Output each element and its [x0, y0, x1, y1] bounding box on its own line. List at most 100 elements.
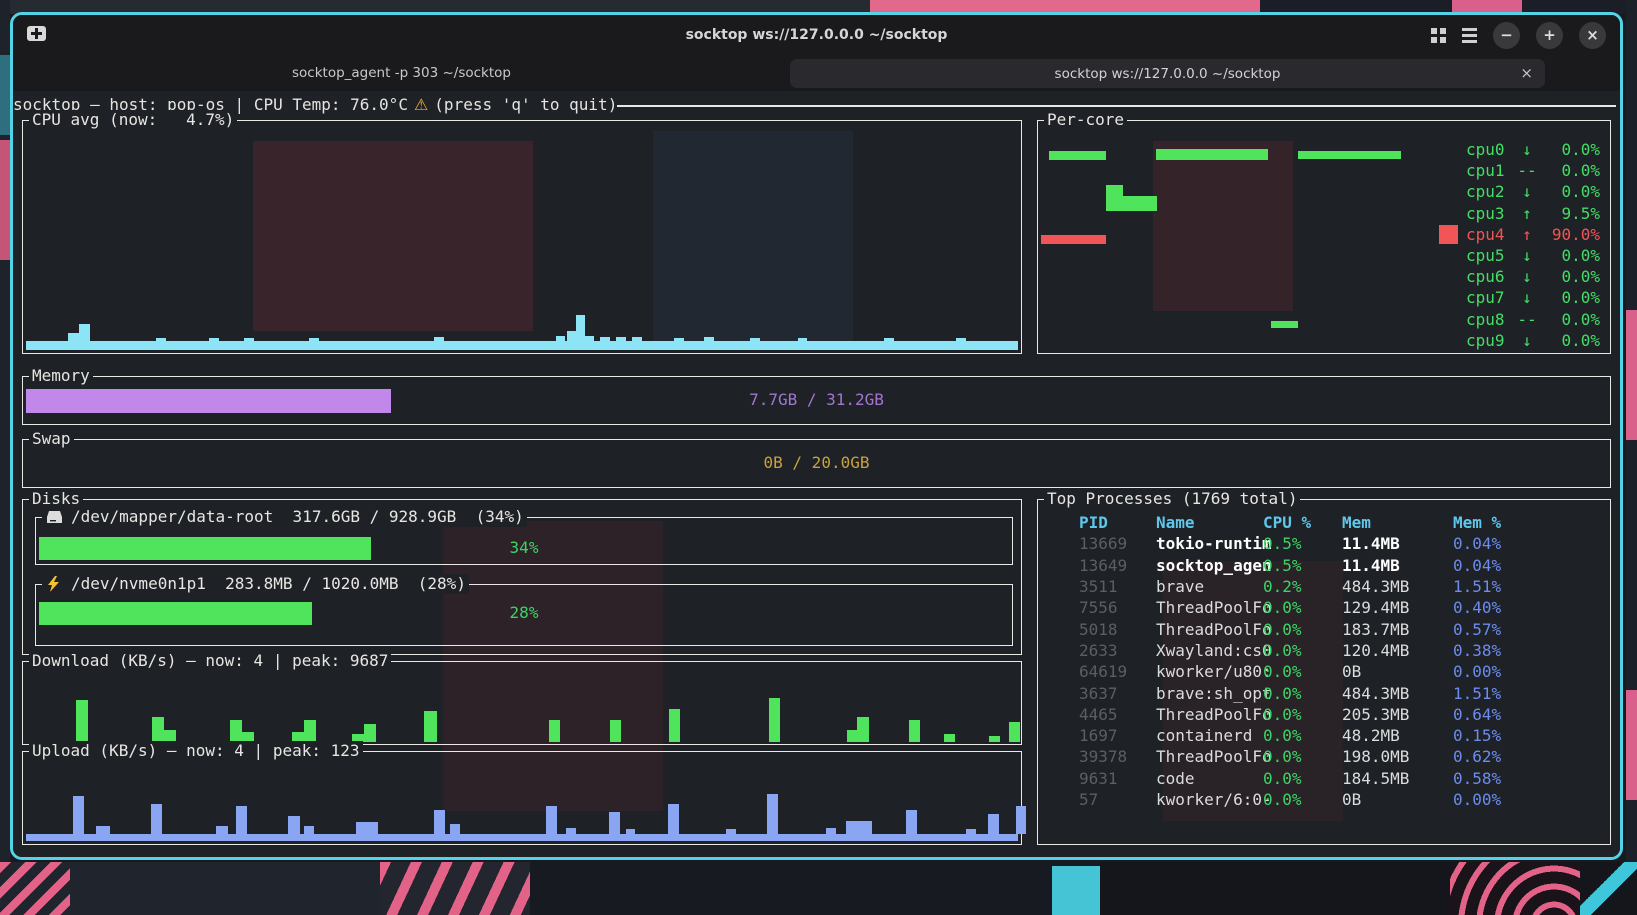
history-bar [424, 711, 437, 742]
process-cpu: 0.0% [1263, 620, 1342, 639]
processes-panel: Top Processes (1769 total) PID Name CPU … [1037, 499, 1611, 845]
history-bar [152, 717, 164, 742]
wallpaper-shape [1052, 866, 1100, 915]
status-header: socktop — host: pop-os | CPU Temp: 76.0°… [13, 95, 1616, 116]
process-mem: 120.4MB [1342, 641, 1453, 660]
process-mem-percent: 1.51% [1453, 577, 1604, 596]
core-trend-arrow: ↓ [1514, 246, 1540, 265]
process-mem-percent: 0.15% [1453, 726, 1604, 745]
history-bar [79, 324, 90, 341]
history-bar [1016, 806, 1026, 834]
process-mem: 484.3MB [1342, 684, 1453, 703]
tab-socktop-active[interactable]: socktop ws://127.0.0.0 ~/socktop × [790, 59, 1545, 88]
col-pid: PID [1079, 513, 1156, 532]
core-usage-value: 0.0% [1540, 246, 1600, 265]
process-name: tokio-runtim [1156, 534, 1263, 553]
process-name: Xwayland:cs0 [1156, 641, 1263, 660]
process-name: ThreadPoolFo [1156, 620, 1263, 639]
history-bar [1123, 196, 1157, 211]
history-bar [304, 720, 316, 742]
disk-boot-text: /dev/nvme0n1p1 283.8MB / 1020.0MB (28%) [71, 574, 466, 594]
menu-icon[interactable] [1462, 28, 1477, 43]
process-mem: 48.2MB [1342, 726, 1453, 745]
wallpaper-shape [0, 140, 10, 260]
core-row: cpu0 ↓ 0.0% [1466, 139, 1600, 160]
window-controls: − + × [1431, 15, 1606, 55]
col-name: Name [1156, 513, 1263, 532]
core-name: cpu2 [1466, 182, 1514, 201]
history-bar [944, 734, 955, 742]
process-cpu: 0.0% [1263, 726, 1342, 745]
process-name: brave [1156, 577, 1263, 596]
process-row: 13649 socktop_agen 0.5% 11.4MB 0.04% [1038, 555, 1604, 576]
process-mem: 0B [1342, 662, 1453, 681]
history-bar [567, 331, 576, 341]
wallpaper-left [0, 0, 10, 915]
tab-label: socktop ws://127.0.0.0 ~/socktop [1055, 66, 1281, 82]
core-name: cpu3 [1466, 204, 1514, 223]
process-name: ThreadPoolFo [1156, 598, 1263, 617]
wallpaper-shape [1100, 862, 1450, 915]
core-row: cpu5 ↓ 0.0% [1466, 245, 1600, 266]
memory-title: Memory [29, 366, 93, 386]
per-core-list: cpu0 ↓ 0.0% cpu1 -- 0.0% [1466, 139, 1600, 351]
core-trend-arrow: ↑ [1514, 204, 1540, 223]
download-history [26, 662, 1018, 742]
core-name: cpu4 [1466, 225, 1514, 244]
maximize-button[interactable]: + [1536, 22, 1563, 49]
core-row: cpu4 ↑ 90.0% [1466, 224, 1600, 245]
process-mem: 198.0MB [1342, 747, 1453, 766]
process-mem: 129.4MB [1342, 598, 1453, 617]
process-cpu: 0.5% [1263, 556, 1342, 575]
core-usage-value: 0.0% [1540, 182, 1600, 201]
process-pid: 3511 [1079, 577, 1156, 596]
close-button[interactable]: × [1579, 22, 1606, 49]
process-row: 3511 brave 0.2% 484.3MB 1.51% [1038, 576, 1604, 597]
tab-socktop-agent[interactable]: socktop_agent -p 303 ~/socktop [13, 55, 790, 91]
process-cpu: 0.0% [1263, 769, 1342, 788]
core-name: cpu8 [1466, 310, 1514, 329]
process-row: 9631 code 0.0% 184.5MB 0.58% [1038, 768, 1604, 789]
tab-close-icon[interactable]: × [1520, 64, 1533, 82]
drive-icon [45, 509, 63, 525]
process-name: brave:sh_opt [1156, 684, 1263, 703]
core-trend-arrow: ↓ [1514, 182, 1540, 201]
process-cpu: 0.0% [1263, 662, 1342, 681]
history-bar [1106, 185, 1123, 211]
history-bar [356, 822, 378, 834]
history-bar [76, 700, 88, 742]
process-mem-percent: 0.00% [1453, 662, 1604, 681]
process-pid: 5018 [1079, 620, 1156, 639]
history-bar [767, 794, 778, 834]
core-name: cpu5 [1466, 246, 1514, 265]
core-name: cpu1 [1466, 161, 1514, 180]
grid-icon[interactable] [1431, 28, 1446, 43]
core-trend-arrow: -- [1514, 310, 1540, 329]
history-bar [549, 720, 560, 742]
memory-usage-label: 7.7GB / 31.2GB [23, 390, 1610, 409]
history-bar [857, 717, 869, 742]
swap-usage-label: 0B / 20.0GB [23, 453, 1610, 472]
core-usage-value: 9.5% [1540, 204, 1600, 223]
process-row: 4465 ThreadPoolFo 0.0% 205.3MB 0.64% [1038, 704, 1604, 725]
history-bar [230, 720, 242, 742]
history-bar [906, 810, 917, 834]
core-row: cpu7 ↓ 0.0% [1466, 287, 1600, 308]
history-bar [576, 315, 585, 341]
window-title: socktop ws://127.0.0.0 ~/socktop [13, 27, 1620, 43]
quit-hint-text: (press 'q' to quit) [434, 95, 617, 116]
process-mem-percent: 1.51% [1453, 684, 1604, 703]
minimize-button[interactable]: − [1493, 22, 1520, 49]
core-usage-value: 0.0% [1540, 331, 1600, 350]
disk-root-subpanel: /dev/mapper/data-root 317.6GB / 928.9GB … [35, 517, 1013, 565]
process-mem-percent: 0.62% [1453, 747, 1604, 766]
history-bar [1271, 321, 1298, 328]
core-row: cpu2 ↓ 0.0% [1466, 181, 1600, 202]
process-cpu: 0.2% [1263, 577, 1342, 596]
process-row: 64619 kworker/u80: 0.0% 0B 0.00% [1038, 661, 1604, 682]
disk-boot-percent: 28% [36, 603, 1012, 622]
core-usage-value: 0.0% [1540, 140, 1600, 159]
history-bar [668, 804, 679, 834]
col-memp: Mem % [1453, 513, 1604, 532]
warning-icon: ⚠ [414, 95, 428, 116]
